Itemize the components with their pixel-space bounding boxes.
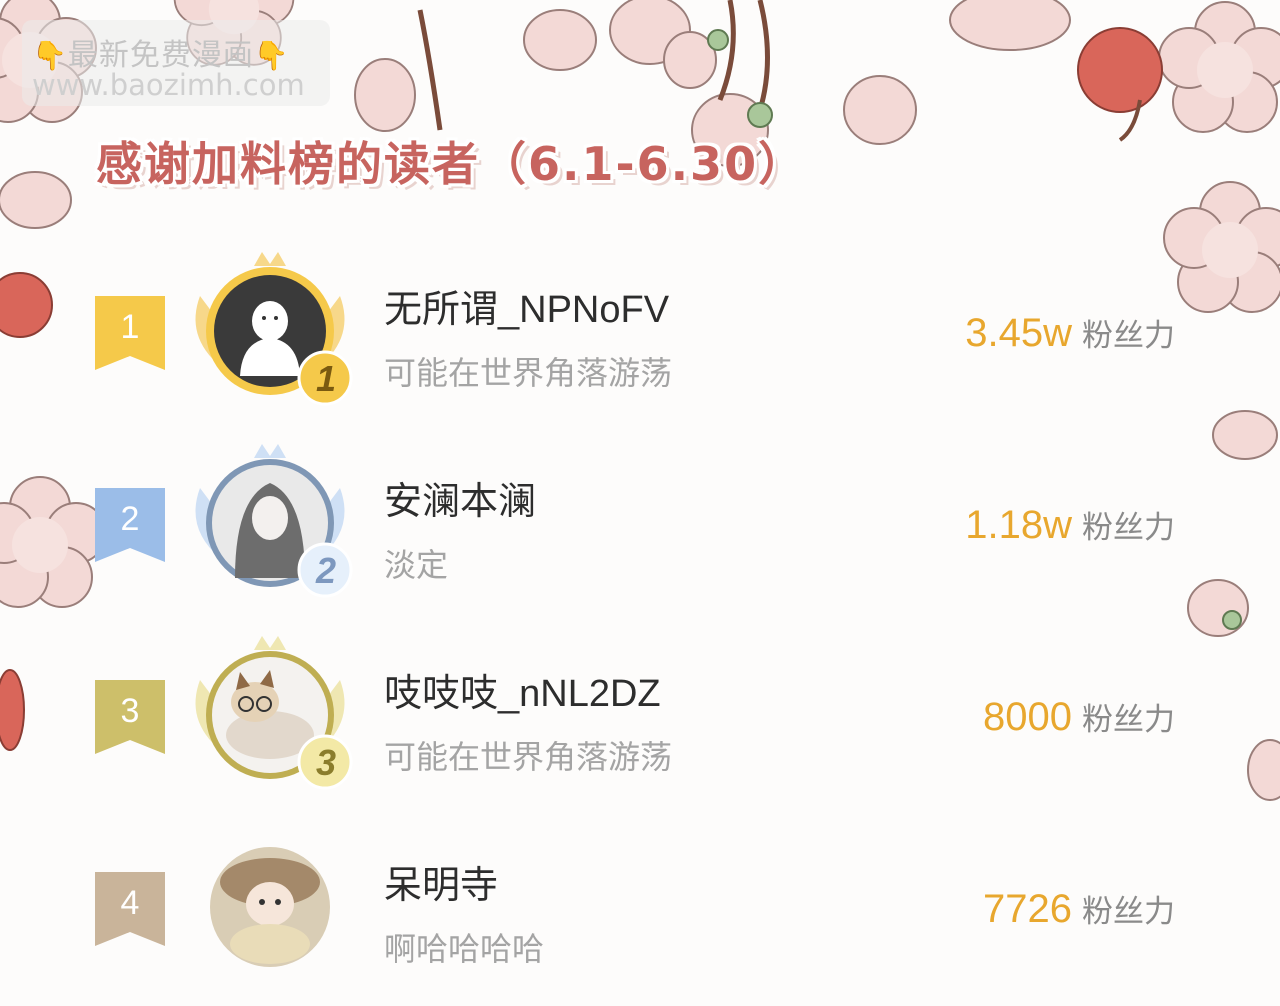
rank-flag: 2 [95, 488, 165, 562]
user-name[interactable]: 安澜本澜 [384, 470, 536, 525]
fan-power-score: 1.18w 粉丝力 [965, 502, 1175, 548]
rank-number: 2 [120, 500, 140, 538]
score-value: 1.18w [965, 503, 1072, 547]
user-motto: 淡定 [384, 546, 449, 584]
avatar[interactable]: 3 [180, 630, 360, 800]
rank-number: 4 [120, 884, 140, 922]
rank-flag: 3 [95, 680, 165, 754]
fan-power-score: 7726 粉丝力 [983, 886, 1175, 932]
score-value: 3.45w [965, 311, 1072, 355]
user-motto: 可能在世界角落游荡 [384, 354, 673, 392]
score-unit: 粉丝力 [1082, 510, 1175, 545]
user-name[interactable]: 呆明寺 [384, 854, 498, 909]
user-name[interactable]: 吱吱吱_nNL2DZ [384, 662, 661, 717]
leaderboard-row: 2 2 安澜本澜 淡定 1.18w 粉丝力 [0, 432, 1280, 622]
page-title: 感谢加料榜的读者（6.1-6.30） [96, 137, 807, 191]
rank-badge: 3 [315, 742, 337, 783]
avatar[interactable] [180, 822, 360, 992]
avatar[interactable]: 2 [180, 438, 360, 608]
leaderboard-row: 3 3 吱吱吱_nNL2DZ 可能在世界角落游荡 8000 粉丝力 [0, 624, 1280, 814]
rank-badge: 1 [315, 358, 337, 399]
avatar[interactable]: 1 [180, 246, 360, 416]
rank-flag: 4 [95, 872, 165, 946]
score-unit: 粉丝力 [1082, 318, 1175, 353]
rank-number: 3 [120, 692, 140, 730]
user-name[interactable]: 无所谓_NPNoFV [384, 278, 669, 333]
rank-number: 1 [120, 308, 140, 346]
fan-power-score: 8000 粉丝力 [983, 694, 1175, 740]
score-value: 8000 [983, 695, 1072, 739]
leaderboard-row: 1 1 无所谓_NPNoFV 可能在世界角落游荡 3.45w 粉丝力 [0, 240, 1280, 430]
score-value: 7726 [983, 887, 1072, 931]
score-unit: 粉丝力 [1082, 702, 1175, 737]
rank-badge: 2 [315, 550, 337, 591]
leaderboard-row: 4 呆明寺 啊哈哈哈哈 7726 粉丝力 [0, 816, 1280, 1006]
user-motto: 啊哈哈哈哈 [384, 930, 545, 968]
fan-power-score: 3.45w 粉丝力 [965, 310, 1175, 356]
user-motto: 可能在世界角落游荡 [384, 738, 673, 776]
rank-flag: 1 [95, 296, 165, 370]
watermark-url: www.baozimh.com [32, 68, 305, 102]
score-unit: 粉丝力 [1082, 894, 1175, 929]
